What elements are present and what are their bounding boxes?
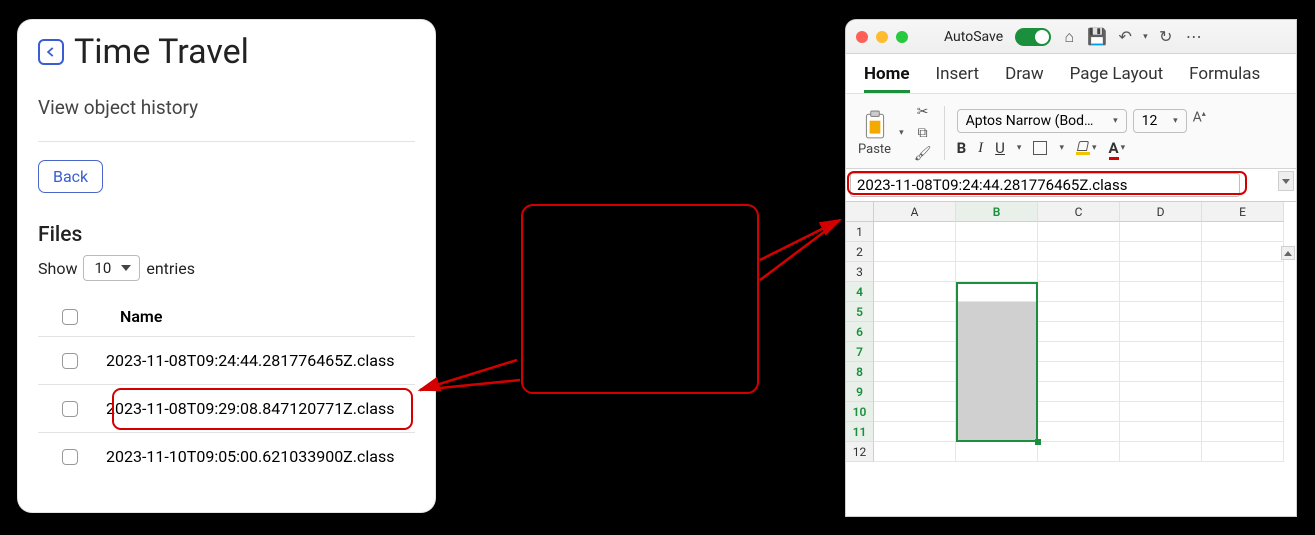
paste-button[interactable]: Paste bbox=[858, 110, 891, 157]
font-name: Aptos Narrow (Bod… bbox=[966, 113, 1094, 129]
close-dot-icon[interactable] bbox=[856, 31, 868, 43]
fill-color-button[interactable]: ▾ bbox=[1076, 141, 1097, 155]
show-label: Show bbox=[38, 259, 77, 278]
col-header[interactable]: C bbox=[1038, 202, 1120, 222]
table-row[interactable]: 2023-11-08T09:24:44.281776465Z.class bbox=[38, 336, 415, 384]
zoom-dot-icon[interactable] bbox=[896, 31, 908, 43]
files-heading: Files bbox=[38, 223, 415, 247]
chevron-down-icon[interactable]: ▾ bbox=[1143, 32, 1148, 42]
redo-icon[interactable]: ↻ bbox=[1156, 27, 1176, 46]
row-header[interactable]: 10 bbox=[846, 402, 874, 422]
col-header[interactable]: A bbox=[874, 202, 956, 222]
ribbon: Paste ▾ ✂ ⧉ 🖌 Aptos Narrow (Bod… ▾ 12 ▾ A▴… bbox=[846, 93, 1296, 169]
chevron-down-icon: ▾ bbox=[1121, 143, 1126, 153]
table-header: Name bbox=[38, 297, 415, 336]
file-name: 2023-11-08T09:24:44.281776465Z.class bbox=[106, 351, 394, 370]
row-header[interactable]: 8 bbox=[846, 362, 874, 382]
row-header[interactable]: 2 bbox=[846, 242, 874, 262]
file-name: 2023-11-08T09:29:08.847120771Z.class bbox=[106, 399, 394, 418]
clipboard-icon bbox=[862, 110, 888, 140]
tab-insert[interactable]: Insert bbox=[936, 64, 980, 93]
row-header[interactable]: 5 bbox=[846, 302, 874, 322]
row-header[interactable]: 6 bbox=[846, 322, 874, 342]
file-name: 2023-11-10T09:05:00.621033900Z.class bbox=[106, 447, 394, 466]
divider bbox=[944, 106, 945, 160]
sheet-grid[interactable]: 1 2 3 4 5 6 7 8 9 10 11 12 A B C D E bbox=[846, 202, 1296, 462]
underline-button[interactable]: U bbox=[995, 139, 1005, 157]
font-color-button[interactable]: A▾ bbox=[1109, 139, 1126, 157]
row-header[interactable]: 4 bbox=[846, 282, 874, 302]
col-header[interactable]: B bbox=[956, 202, 1038, 222]
entries-label: entries bbox=[146, 259, 195, 278]
font-size-select[interactable]: 12 ▾ bbox=[1133, 109, 1187, 133]
paint-bucket-icon bbox=[1076, 141, 1090, 155]
tab-draw[interactable]: Draw bbox=[1005, 64, 1044, 93]
titlebar: AutoSave ⌂ 💾 ↶ ▾ ↻ ⋯ bbox=[846, 20, 1296, 54]
row-header[interactable]: 9 bbox=[846, 382, 874, 402]
font-color-icon: A bbox=[1109, 139, 1119, 157]
panel-title: Time Travel bbox=[74, 32, 249, 72]
select-all-checkbox[interactable] bbox=[62, 309, 78, 325]
row-header[interactable]: 12 bbox=[846, 442, 874, 462]
tab-formulas[interactable]: Formulas bbox=[1189, 64, 1260, 93]
increase-font-icon[interactable]: A▴ bbox=[1193, 109, 1206, 133]
autosave-toggle[interactable] bbox=[1015, 28, 1051, 46]
bold-button[interactable]: B bbox=[957, 139, 967, 157]
chevron-down-icon: ▾ bbox=[1092, 143, 1097, 153]
files-table: Name 2023-11-08T09:24:44.281776465Z.clas… bbox=[38, 297, 415, 480]
back-button[interactable]: Back bbox=[38, 160, 103, 193]
row-checkbox[interactable] bbox=[62, 449, 78, 465]
panel-subtitle: View object history bbox=[38, 96, 415, 119]
font-select[interactable]: Aptos Narrow (Bod… ▾ bbox=[957, 109, 1127, 133]
table-row[interactable]: 2023-11-08T09:29:08.847120771Z.class bbox=[38, 384, 415, 432]
excel-window: AutoSave ⌂ 💾 ↶ ▾ ↻ ⋯ Home Insert Draw Pa… bbox=[846, 20, 1296, 516]
more-icon[interactable]: ⋯ bbox=[1184, 27, 1204, 46]
row-header[interactable]: 1 bbox=[846, 222, 874, 242]
scroll-up-icon[interactable] bbox=[1281, 246, 1295, 260]
minimize-dot-icon[interactable] bbox=[876, 31, 888, 43]
copy-icon[interactable]: ⧉ bbox=[914, 125, 932, 141]
divider bbox=[38, 141, 415, 142]
font-size: 12 bbox=[1142, 113, 1158, 129]
chevron-down-icon: ▾ bbox=[1113, 116, 1118, 126]
select-all-corner[interactable] bbox=[846, 202, 874, 222]
chevron-down-icon[interactable]: ▾ bbox=[899, 128, 904, 138]
row-header[interactable]: 11 bbox=[846, 422, 874, 442]
entries-control: Show 10 entries bbox=[38, 255, 415, 281]
table-row[interactable]: 2023-11-10T09:05:00.621033900Z.class bbox=[38, 432, 415, 480]
col-name: Name bbox=[120, 307, 162, 326]
time-travel-panel: Time Travel View object history Back Fil… bbox=[18, 20, 435, 512]
annotation-box bbox=[521, 204, 759, 394]
entries-value: 10 bbox=[94, 259, 111, 277]
row-header[interactable]: 3 bbox=[846, 262, 874, 282]
tab-home[interactable]: Home bbox=[864, 64, 910, 93]
chevron-down-icon: ▾ bbox=[1173, 116, 1178, 126]
undo-icon[interactable]: ↶ bbox=[1115, 27, 1135, 46]
format-painter-icon[interactable]: 🖌 bbox=[914, 146, 932, 162]
chevron-down-icon[interactable]: ▾ bbox=[1017, 143, 1022, 153]
expand-formula-icon[interactable] bbox=[1278, 171, 1294, 191]
col-header[interactable]: E bbox=[1202, 202, 1284, 222]
formula-bar: 2023-11-08T09:24:44.281776465Z.class bbox=[846, 169, 1296, 202]
row-checkbox[interactable] bbox=[62, 353, 78, 369]
cut-icon[interactable]: ✂ bbox=[914, 104, 932, 120]
autosave-label: AutoSave bbox=[944, 29, 1003, 45]
col-header[interactable]: D bbox=[1120, 202, 1202, 222]
row-header[interactable]: 7 bbox=[846, 342, 874, 362]
chevron-down-icon[interactable]: ▾ bbox=[1059, 143, 1064, 153]
tab-page-layout[interactable]: Page Layout bbox=[1070, 64, 1163, 93]
paste-label: Paste bbox=[858, 142, 891, 157]
row-checkbox[interactable] bbox=[62, 401, 78, 417]
italic-button[interactable]: I bbox=[978, 140, 983, 157]
home-icon[interactable]: ⌂ bbox=[1059, 27, 1079, 47]
chevron-down-icon bbox=[121, 265, 131, 271]
save-icon[interactable]: 💾 bbox=[1087, 27, 1107, 46]
entries-select[interactable]: 10 bbox=[83, 255, 140, 281]
formula-input[interactable]: 2023-11-08T09:24:44.281776465Z.class bbox=[850, 173, 1240, 197]
back-box-icon[interactable] bbox=[38, 39, 64, 65]
ribbon-tabs: Home Insert Draw Page Layout Formulas bbox=[846, 54, 1296, 93]
border-button[interactable] bbox=[1033, 141, 1047, 155]
